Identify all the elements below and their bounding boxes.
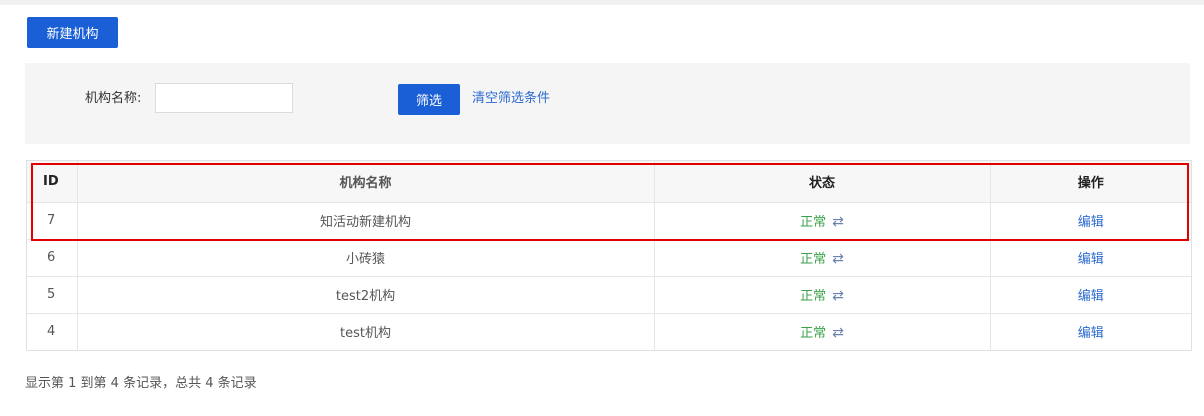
organization-name-input[interactable] — [155, 83, 293, 113]
row-name: 小砖猿 — [77, 239, 655, 277]
row-operation: 编辑 — [990, 202, 1191, 240]
edit-link[interactable]: 编辑 — [1078, 252, 1104, 267]
organization-table: ID 机构名称 状态 操作 7 知活动新建机构 正常 ⇄ 编辑 6 小砖猿 正常… — [26, 160, 1192, 351]
row-operation: 编辑 — [990, 239, 1191, 277]
edit-link[interactable]: 编辑 — [1078, 215, 1104, 230]
row-name: test2机构 — [77, 276, 655, 314]
clear-filters-link[interactable]: 清空筛选条件 — [472, 90, 550, 108]
status-text: 正常 — [800, 326, 827, 342]
row-id: 4 — [27, 313, 78, 350]
status-text: 正常 — [800, 289, 827, 304]
row-operation: 编辑 — [990, 313, 1191, 350]
status-text: 正常 — [800, 252, 827, 267]
toggle-status-icon[interactable]: ⇄ — [832, 251, 844, 267]
filter-button[interactable]: 筛选 — [398, 84, 460, 115]
table-row: 7 知活动新建机构 正常 ⇄ 编辑 — [27, 202, 1191, 240]
row-status: 正常 ⇄ — [654, 313, 991, 350]
row-id: 7 — [27, 202, 78, 240]
status-text: 正常 — [800, 215, 827, 230]
row-id: 5 — [27, 276, 78, 314]
edit-link[interactable]: 编辑 — [1078, 289, 1104, 304]
pagination-summary: 显示第 1 到第 4 条记录，总共 4 条记录 — [25, 376, 257, 391]
header-status: 状态 — [654, 161, 991, 203]
filter-area: 机构名称: 筛选 清空筛选条件 — [25, 63, 1190, 144]
header-operation: 操作 — [990, 161, 1191, 203]
header-id: ID — [27, 161, 78, 203]
row-status: 正常 ⇄ — [654, 202, 991, 240]
edit-link[interactable]: 编辑 — [1078, 326, 1104, 341]
toggle-status-icon[interactable]: ⇄ — [832, 288, 844, 304]
header-name: 机构名称 — [77, 161, 655, 203]
row-operation: 编辑 — [990, 276, 1191, 314]
table-row: 5 test2机构 正常 ⇄ 编辑 — [27, 276, 1191, 314]
toggle-status-icon[interactable]: ⇄ — [832, 325, 844, 341]
row-status: 正常 ⇄ — [654, 239, 991, 277]
row-id: 6 — [27, 239, 78, 277]
table-header-row: ID 机构名称 状态 操作 — [27, 161, 1191, 203]
row-name: test机构 — [77, 313, 655, 350]
organization-name-label: 机构名称: — [85, 91, 142, 106]
new-organization-button[interactable]: 新建机构 — [27, 17, 118, 48]
row-status: 正常 ⇄ — [654, 276, 991, 314]
table-row: 6 小砖猿 正常 ⇄ 编辑 — [27, 239, 1191, 277]
toggle-status-icon[interactable]: ⇄ — [832, 214, 844, 230]
row-name: 知活动新建机构 — [77, 202, 655, 240]
table-row: 4 test机构 正常 ⇄ 编辑 — [27, 313, 1191, 350]
